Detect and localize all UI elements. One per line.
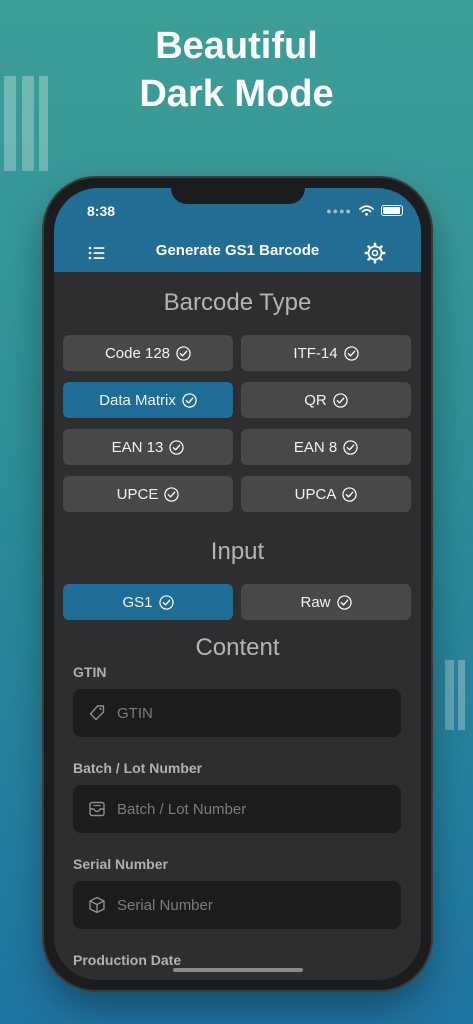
button-label: ITF-14: [293, 344, 338, 362]
batch-lot-input[interactable]: [115, 799, 389, 819]
check-circle-icon: [336, 594, 352, 610]
gear-icon[interactable]: [364, 242, 386, 264]
home-indicator: [173, 968, 303, 972]
button-label: QR: [304, 391, 327, 409]
check-circle-icon: [182, 392, 197, 408]
production-date-label: Production Date: [73, 952, 182, 968]
serial-number-label: Serial Number: [73, 856, 168, 872]
check-circle-icon: [169, 439, 185, 455]
button-label: EAN 13: [111, 438, 164, 456]
batch-lot-field[interactable]: [73, 785, 401, 833]
button-label: GS1: [122, 593, 153, 611]
gtin-input[interactable]: [115, 703, 389, 723]
phone-notch: [171, 188, 305, 204]
barcode-type-data-matrix-button[interactable]: Data Matrix: [63, 382, 233, 418]
barcode-type-itf14-button[interactable]: ITF-14: [241, 335, 411, 371]
decorative-bar: [458, 660, 465, 730]
decorative-bar: [445, 660, 454, 730]
button-label: Code 128: [104, 344, 171, 362]
barcode-type-ean8-button[interactable]: EAN 8: [241, 429, 411, 465]
section-title-input: Input: [210, 538, 265, 565]
button-label: Raw: [300, 593, 331, 611]
input-raw-button[interactable]: Raw: [241, 584, 411, 620]
button-label: EAN 8: [293, 438, 338, 456]
tag-icon: [89, 705, 105, 721]
button-label: UPCA: [294, 485, 337, 503]
button-label: UPCE: [116, 485, 159, 503]
check-circle-icon: [176, 345, 191, 361]
battery-icon: [381, 205, 403, 216]
app-screen: 8:38 ●●●● Generate GS1 Barcode Barcode T…: [54, 188, 421, 980]
phone-frame: 8:38 ●●●● Generate GS1 Barcode Barcode T…: [44, 178, 431, 990]
decorative-bar: [4, 76, 16, 171]
barcode-type-code128-button[interactable]: Code 128: [63, 335, 233, 371]
check-circle-icon: [343, 439, 358, 455]
check-circle-icon: [343, 345, 359, 361]
barcode-type-ean13-button[interactable]: EAN 13: [63, 429, 233, 465]
input-gs1-button[interactable]: GS1: [63, 584, 233, 620]
gtin-field[interactable]: [73, 689, 401, 737]
gtin-label: GTIN: [73, 664, 107, 680]
barcode-type-upce-button[interactable]: UPCE: [63, 476, 233, 512]
barcode-type-upca-button[interactable]: UPCA: [241, 476, 411, 512]
box-icon: [89, 896, 105, 914]
check-circle-icon: [342, 486, 358, 502]
headline-line-2: Dark Mode: [139, 73, 334, 115]
section-title-content: Content: [195, 634, 280, 661]
serial-number-input[interactable]: [115, 895, 389, 915]
signal-icon: ●●●●: [326, 205, 352, 216]
check-circle-icon: [158, 594, 174, 610]
wifi-icon: [359, 205, 374, 216]
section-title-barcode-type: Barcode Type: [163, 289, 312, 316]
button-label: Data Matrix: [99, 391, 176, 409]
status-time: 8:38: [87, 203, 116, 219]
barcode-type-qr-button[interactable]: QR: [241, 382, 411, 418]
promo-headline: Beautiful Dark Mode: [0, 22, 473, 118]
batch-lot-label: Batch / Lot Number: [73, 760, 203, 776]
check-circle-icon: [164, 486, 180, 502]
check-circle-icon: [333, 392, 348, 408]
serial-number-field[interactable]: [73, 881, 401, 929]
decorative-bar: [22, 76, 34, 171]
decorative-bar: [39, 76, 48, 171]
headline-line-1: Beautiful: [155, 25, 318, 67]
status-icons: ●●●●: [326, 205, 403, 216]
tray-icon: [89, 801, 105, 817]
